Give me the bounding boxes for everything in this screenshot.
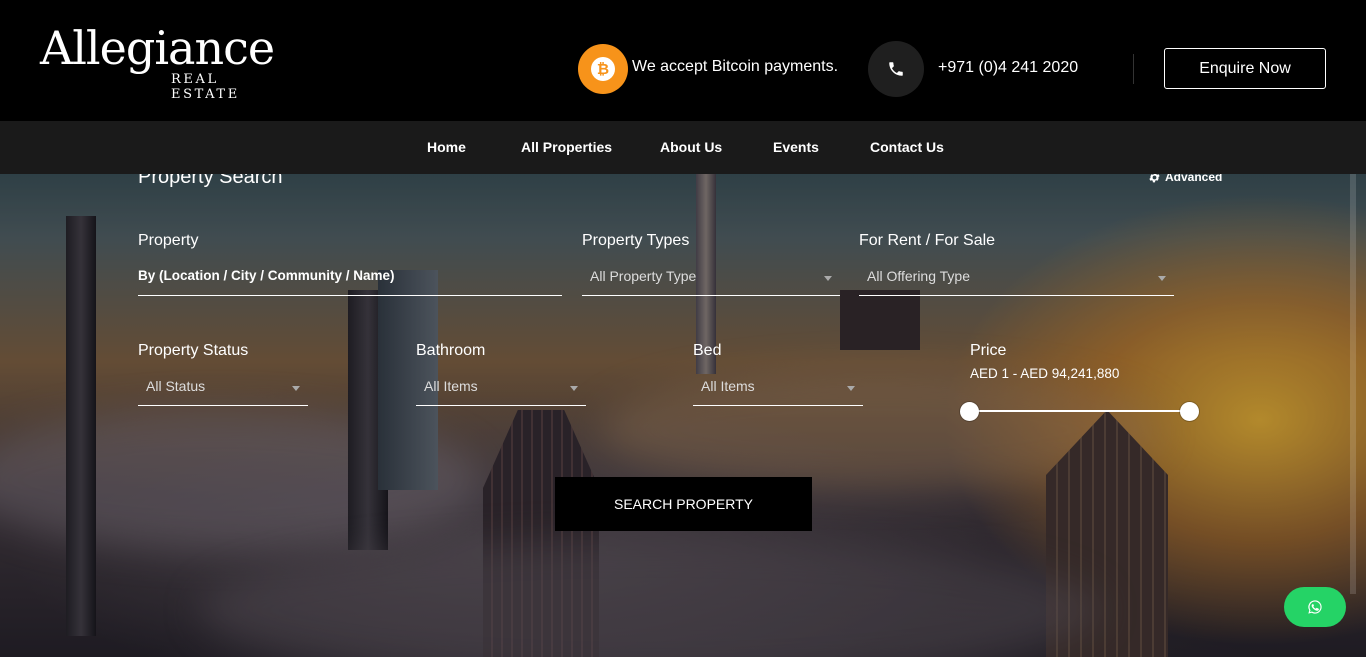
- bitcoin-notice: We accept Bitcoin payments.: [632, 58, 839, 75]
- property-status-select[interactable]: All Status: [138, 376, 308, 406]
- offering-label: For Rent / For Sale: [859, 232, 996, 249]
- chevron-down-icon: [824, 276, 832, 281]
- chevron-down-icon: [847, 386, 855, 391]
- brand-logo[interactable]: Allegiance REAL ESTATE: [40, 21, 285, 102]
- offering-type-value: All Offering Type: [867, 268, 970, 284]
- chevron-down-icon: [570, 386, 578, 391]
- property-status-value: All Status: [146, 378, 206, 394]
- property-type-select[interactable]: All Property Type: [582, 266, 840, 296]
- bitcoin-symbol: ₿: [591, 57, 615, 81]
- bitcoin-icon: ₿: [578, 44, 628, 94]
- site-header: Allegiance REAL ESTATE ₿ We accept Bitco…: [0, 0, 1366, 121]
- nav-item-about-us[interactable]: About Us: [660, 139, 722, 155]
- property-status-label: Property Status: [138, 342, 249, 359]
- nav-item-all-properties[interactable]: All Properties: [521, 139, 612, 155]
- whatsapp-button[interactable]: [1284, 587, 1346, 627]
- search-property-button[interactable]: SEARCH PROPERTY: [555, 477, 812, 531]
- offering-type-select[interactable]: All Offering Type: [859, 266, 1174, 296]
- phone-icon[interactable]: [868, 41, 924, 97]
- header-divider: [1133, 54, 1134, 84]
- bed-value: All Items: [701, 378, 755, 394]
- bathroom-label: Bathroom: [416, 342, 486, 359]
- main-nav: Home All Properties About Us Events Cont…: [0, 121, 1366, 174]
- property-search-placeholder: By (Location / City / Community / Name): [138, 268, 395, 283]
- price-label: Price: [970, 342, 1007, 359]
- logo-wordmark: Allegiance: [40, 21, 275, 75]
- property-search-input[interactable]: By (Location / City / Community / Name): [138, 266, 562, 296]
- bed-label: Bed: [693, 342, 722, 359]
- nav-item-contact-us[interactable]: Contact Us: [870, 139, 944, 155]
- nav-item-events[interactable]: Events: [773, 139, 819, 155]
- chevron-down-icon: [1158, 276, 1166, 281]
- page-scrollbar[interactable]: [1350, 174, 1356, 594]
- bathroom-select[interactable]: All Items: [416, 376, 586, 406]
- price-range-value: AED 1 - AED 94,241,880: [970, 366, 1120, 381]
- phone-glyph: [889, 62, 903, 76]
- price-slider-min-handle[interactable]: [959, 402, 979, 421]
- nav-item-home[interactable]: Home: [427, 139, 466, 155]
- logo-tagline: REAL ESTATE: [171, 72, 240, 102]
- enquire-now-button[interactable]: Enquire Now: [1164, 48, 1326, 89]
- whatsapp-icon: [1308, 600, 1322, 614]
- property-type-value: All Property Type: [590, 268, 697, 284]
- price-slider-max-handle[interactable]: [1179, 402, 1199, 421]
- property-label: Property: [138, 232, 199, 249]
- bed-select[interactable]: All Items: [693, 376, 863, 406]
- bathroom-value: All Items: [424, 378, 478, 394]
- price-slider-track[interactable]: [969, 410, 1189, 412]
- property-types-label: Property Types: [582, 232, 690, 249]
- chevron-down-icon: [292, 386, 300, 391]
- phone-number[interactable]: +971 (0)4 241 2020: [938, 59, 1078, 77]
